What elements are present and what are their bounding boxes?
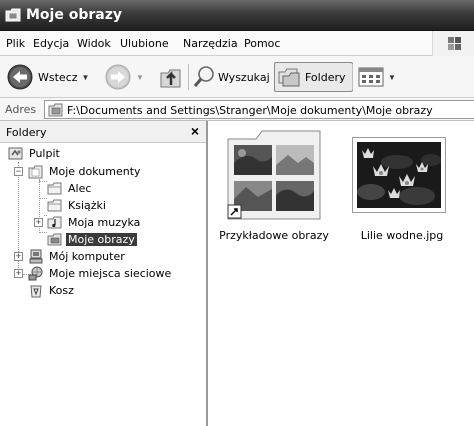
tree-label: Pulpit	[29, 147, 60, 160]
back-arrow-icon	[7, 64, 33, 90]
tree-label: Mój komputer	[49, 250, 125, 263]
item-label: Przykładowe obrazy	[219, 229, 329, 242]
menu-narzedzia[interactable]: Narzędzia	[183, 37, 238, 50]
folders-pane: Foldery × Pulpit − Moje dokumenty Alec K…	[0, 121, 208, 426]
tree-label: Moje miejsca sieciowe	[49, 267, 172, 280]
windows-flag-icon	[448, 37, 461, 50]
menu-edycja[interactable]: Edycja	[33, 37, 69, 50]
expand-icon[interactable]: +	[34, 218, 43, 227]
tree-label: Moja muzyka	[68, 216, 141, 229]
tree-label: Moje dokumenty	[49, 165, 141, 178]
tree-label: Książki	[68, 199, 106, 212]
toolbar-separator	[352, 64, 353, 90]
folders-pane-title: Foldery	[6, 126, 47, 139]
menu-bar: Plik Edycja Widok Ulubione Narzędzia Pom…	[0, 31, 474, 56]
folders-button[interactable]: Foldery	[274, 62, 353, 92]
recycle-bin-icon	[30, 285, 42, 298]
address-input[interactable]: F:\Documents and Settings\Stranger\Moje …	[44, 100, 474, 119]
forward-arrow-icon	[105, 64, 131, 90]
my-pictures-folder-icon	[48, 103, 63, 117]
window-title: Moje obrazy	[26, 7, 122, 23]
tree-line	[39, 181, 47, 182]
tree-item-pulpit[interactable]: Pulpit	[8, 145, 62, 162]
menu-ulubione[interactable]: Ulubione	[120, 37, 169, 50]
folder-with-thumbnails-icon	[227, 130, 321, 220]
tree-label: Alec	[68, 182, 92, 195]
title-bar[interactable]: Moje obrazy	[0, 0, 474, 31]
documents-folder-icon	[28, 165, 43, 179]
tree-item-moj-komputer[interactable]: Mój komputer	[28, 248, 127, 265]
folder-picture-icon	[5, 8, 21, 22]
forward-dropdown-icon[interactable]: ▼	[136, 73, 144, 82]
menu-plik[interactable]: Plik	[6, 37, 25, 50]
folders-pane-header: Foldery ×	[0, 121, 206, 143]
folder-icon	[47, 199, 62, 212]
folder-icon	[47, 182, 62, 195]
menu-pomoc[interactable]: Pomoc	[244, 37, 280, 50]
tree-line	[39, 198, 47, 199]
item-label: Lilie wodne.jpg	[360, 229, 444, 242]
file-item-lilie-wodne[interactable]: Lilie wodne.jpg	[338, 121, 466, 251]
network-places-icon	[28, 266, 43, 281]
water-lilies-image	[357, 142, 441, 208]
search-icon	[193, 66, 214, 87]
desktop-icon	[8, 147, 23, 160]
back-dropdown-icon[interactable]: ▼	[82, 73, 90, 82]
pictures-folder-icon	[47, 233, 62, 246]
address-label: Adres	[5, 103, 37, 116]
tree-label: Kosz	[49, 284, 74, 297]
tree-item-kosz[interactable]: Kosz	[28, 282, 76, 299]
folder-up-icon	[160, 69, 181, 88]
menu-widok[interactable]: Widok	[77, 37, 111, 50]
back-label: Wstecz	[38, 70, 78, 84]
folders-label: Foldery	[305, 70, 346, 84]
search-label: Wyszukaj	[218, 70, 270, 84]
forward-button[interactable]: ▼	[104, 62, 144, 92]
address-path: F:\Documents and Settings\Stranger\Moje …	[67, 104, 433, 117]
tree-item-moje-obrazy[interactable]: Moje obrazy	[47, 231, 137, 248]
expand-icon[interactable]: +	[14, 252, 23, 261]
toolbar-separator	[188, 64, 189, 90]
tree-line	[39, 232, 47, 233]
tree-item-moje-miejsca-sieciowe[interactable]: Moje miejsca sieciowe	[28, 265, 173, 282]
back-button[interactable]: Wstecz ▼	[6, 62, 89, 92]
toolbar: Wstecz ▼ ▼ Wyszukaj Foldery ▼	[0, 56, 474, 98]
tree-item-ksiazki[interactable]: Książki	[47, 197, 108, 214]
computer-icon	[29, 249, 43, 264]
views-button[interactable]: ▼	[358, 62, 396, 92]
folder-item-przykladowe-obrazy[interactable]: Przykładowe obrazy	[210, 121, 338, 251]
tree-item-moja-muzyka[interactable]: Moja muzyka	[47, 214, 142, 231]
views-dropdown-icon[interactable]: ▼	[388, 73, 396, 82]
tree-item-moje-dokumenty[interactable]: Moje dokumenty	[28, 163, 143, 180]
windows-logo	[432, 31, 474, 56]
tree-label-selected: Moje obrazy	[66, 233, 137, 246]
music-folder-icon	[47, 216, 62, 229]
close-icon[interactable]: ×	[191, 123, 199, 139]
search-button[interactable]: Wyszukaj	[192, 62, 270, 92]
tree-item-alec[interactable]: Alec	[47, 180, 93, 197]
collapse-icon[interactable]: −	[14, 167, 23, 176]
address-bar: Adres F:\Documents and Settings\Stranger…	[0, 98, 474, 121]
up-button[interactable]	[158, 62, 184, 92]
views-grid-icon	[358, 67, 384, 87]
image-thumbnail	[352, 137, 446, 213]
expand-icon[interactable]: +	[14, 269, 23, 278]
file-list-pane: Przykładowe obrazy Lilie wodne.jpg	[210, 121, 474, 426]
folders-icon	[278, 68, 300, 87]
